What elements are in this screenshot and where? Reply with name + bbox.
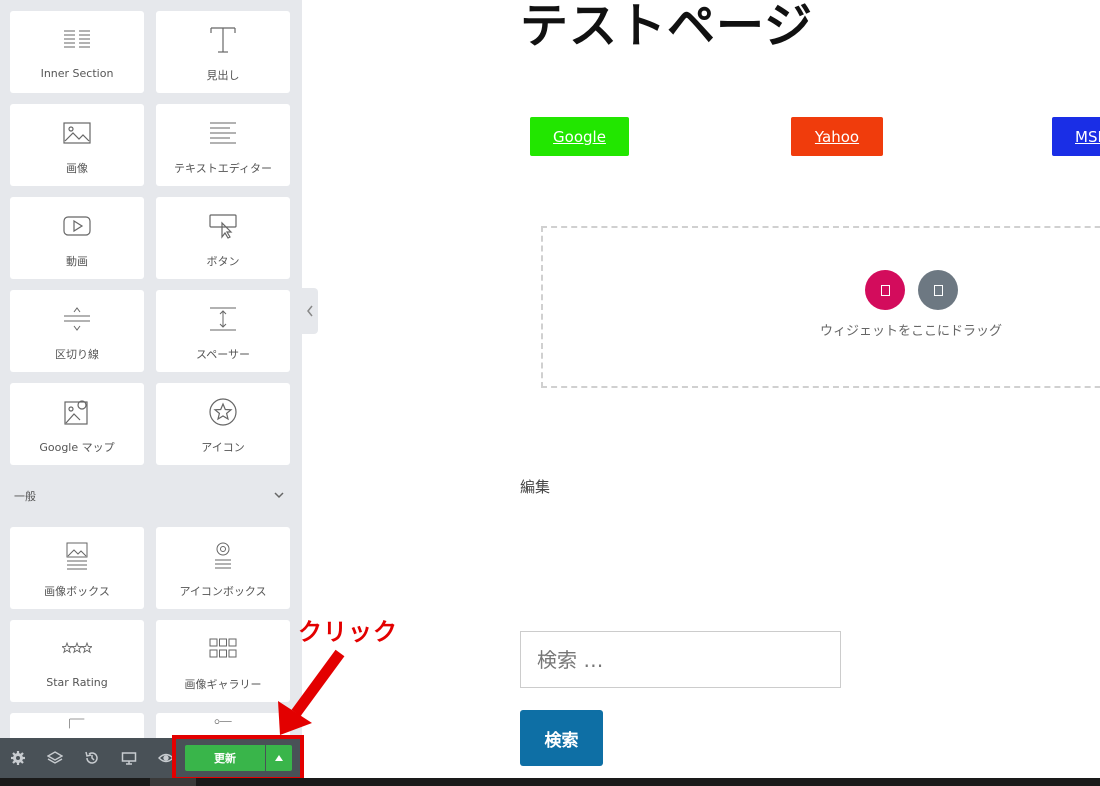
text-editor-icon (210, 122, 236, 144)
widget-icon[interactable]: アイコン (156, 383, 290, 465)
taskbar-strip (0, 778, 1100, 786)
widget-label: 画像 (66, 162, 88, 175)
video-icon (63, 216, 91, 236)
update-button[interactable]: 更新 (185, 745, 265, 771)
widget-label: Google マップ (39, 441, 115, 454)
chevron-left-icon (307, 305, 313, 317)
widget-video[interactable]: 動画 (10, 197, 144, 279)
widget-star-rating[interactable]: Star Rating (10, 620, 144, 702)
yahoo-link-button[interactable]: Yahoo (791, 117, 883, 156)
heading-icon (210, 27, 236, 53)
widget-label: アイコンボックス (179, 585, 267, 598)
widget-inner-section[interactable]: Inner Section (10, 11, 144, 93)
layers-icon[interactable] (47, 750, 63, 766)
widget-label: 画像ボックス (44, 585, 110, 598)
widget-label: 区切り線 (55, 348, 99, 361)
search-input[interactable] (520, 631, 841, 688)
edit-text: 編集 (520, 478, 551, 496)
image-gallery-icon (209, 638, 237, 658)
widget-partial-icon (69, 718, 85, 729)
widget-google-maps[interactable]: Google マップ (10, 383, 144, 465)
spacer-icon (210, 307, 236, 331)
folder-icon (933, 284, 943, 296)
star-icon (209, 398, 237, 426)
image-box-icon (66, 542, 88, 570)
responsive-icon[interactable] (121, 750, 137, 766)
button-icon (209, 214, 237, 239)
section-title-general[interactable]: 一般 (14, 488, 36, 504)
widget-label: スペーサー (195, 348, 250, 361)
widget-panel: Inner Section 見出し 画像 テキストエディター 動画 ボタン 区切… (0, 0, 302, 786)
google-maps-icon (64, 400, 88, 425)
update-options-button[interactable] (266, 745, 292, 771)
click-annotation-label: クリック (298, 618, 398, 646)
widget-partial-icon (214, 719, 232, 724)
widget-dropzone[interactable] (541, 226, 1100, 388)
widget-label: ボタン (206, 255, 240, 268)
dropzone-text: ウィジェットをここにドラッグ (820, 324, 1003, 339)
widget-heading[interactable]: 見出し (156, 11, 290, 93)
google-link-button[interactable]: Google (530, 117, 629, 156)
divider-icon (64, 307, 90, 331)
red-arrow-icon (278, 649, 345, 735)
msn-link-button[interactable]: MSN (1052, 117, 1100, 156)
widget-spacer[interactable]: スペーサー (156, 290, 290, 372)
widget-label: Inner Section (40, 67, 114, 80)
widget-button[interactable]: ボタン (156, 197, 290, 279)
widget-label: 動画 (66, 255, 88, 268)
history-icon[interactable] (84, 750, 100, 766)
taskbar-segment (150, 778, 196, 786)
search-button[interactable]: 検索 (520, 710, 603, 766)
icon-box-icon (215, 542, 231, 569)
widget-image-box[interactable]: 画像ボックス (10, 527, 144, 609)
add-section-button[interactable] (865, 270, 905, 310)
widget-image[interactable]: 画像 (10, 104, 144, 186)
panel-collapse-toggle[interactable] (302, 288, 318, 334)
page-title: テストページ (520, 0, 814, 54)
widget-text-editor[interactable]: テキストエディター (156, 104, 290, 186)
widget-label: Star Rating (46, 676, 108, 689)
caret-up-icon (275, 755, 283, 761)
star-rating-icon (62, 641, 92, 654)
chevron-down-icon[interactable] (272, 488, 286, 502)
widget-label: アイコン (201, 441, 245, 454)
image-icon (63, 122, 91, 144)
widget-label: テキストエディター (174, 162, 272, 175)
plus-icon (880, 284, 890, 296)
settings-icon[interactable] (10, 750, 26, 766)
widget-icon-box[interactable]: アイコンボックス (156, 527, 290, 609)
widget-divider[interactable]: 区切り線 (10, 290, 144, 372)
add-template-button[interactable] (918, 270, 958, 310)
widget-label: 見出し (206, 69, 240, 82)
inner-section-icon (64, 30, 90, 48)
